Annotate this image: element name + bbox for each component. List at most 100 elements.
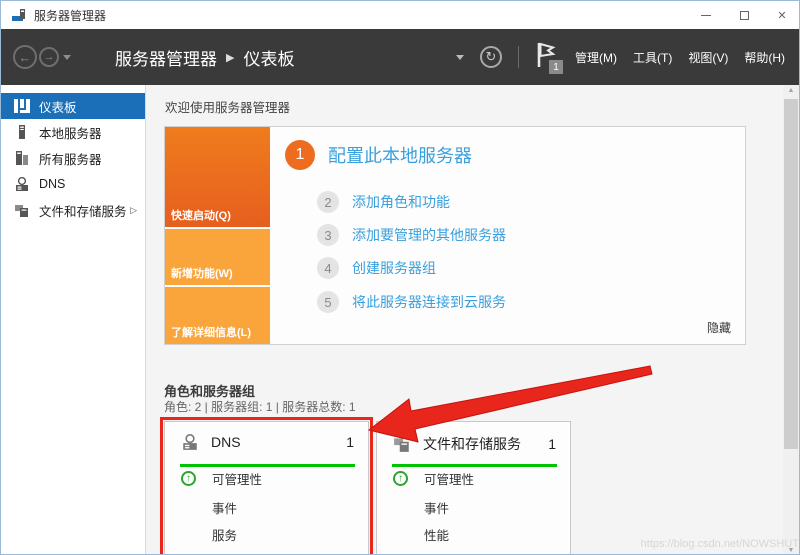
navbar: ← → 服务器管理器 ▶ 仪表板 ↻ 1 管理(M) 工具(T) 视图(V) 帮… <box>1 29 799 85</box>
sidebar-item-dashboard[interactable]: 仪表板 <box>1 93 145 119</box>
tile-row-manageability[interactable]: ↑ 可管理性 <box>393 469 474 488</box>
refresh-button[interactable]: ↻ <box>480 46 502 68</box>
breadcrumb: 服务器管理器 ▶ 仪表板 <box>115 45 294 70</box>
breadcrumb-root[interactable]: 服务器管理器 <box>115 45 217 70</box>
tab-quick-start[interactable]: 快速启动(Q) <box>165 127 270 227</box>
step-number-badge: 1 <box>285 140 315 170</box>
tile-file-storage-services: 文件和存储服务 1 ↑ 可管理性 事件 性能 BPA 结果 <box>376 421 571 554</box>
welcome-tile: 快速启动(Q) 新增功能(W) 了解详细信息(L) 1 配置此本地服务器 2 添… <box>164 126 746 345</box>
sidebar-item-label: 本地服务器 <box>39 126 102 141</box>
tile-server-count: 1 <box>548 436 556 452</box>
sidebar-item-label: 所有服务器 <box>39 152 102 167</box>
roles-section-summary: 角色: 2 | 服务器组: 1 | 服务器总数: 1 <box>164 400 356 414</box>
back-icon: ← <box>18 49 32 65</box>
step-connect-cloud-services[interactable]: 5 将此服务器连接到云服务 <box>317 291 506 313</box>
sidebar-item-file-storage[interactable]: 文件和存储服务 ▷ <box>1 197 145 223</box>
tile-row-performance[interactable]: 性能 <box>424 525 449 544</box>
step-number-badge: 5 <box>317 291 339 313</box>
tab-whats-new[interactable]: 新增功能(W) <box>165 229 270 285</box>
sidebar-item-dns[interactable]: DNS <box>1 171 145 197</box>
tab-label: 快速启动(Q) <box>171 210 231 222</box>
submenu-arrow-icon[interactable]: ▷ <box>130 205 137 216</box>
scrollbar-thumb[interactable] <box>784 99 798 449</box>
tile-title[interactable]: DNS <box>211 434 241 450</box>
tile-server-count: 1 <box>346 434 354 450</box>
all-servers-icon <box>16 151 28 165</box>
menu-manage[interactable]: 管理(M) <box>575 49 617 66</box>
step-label: 添加要管理的其他服务器 <box>352 227 506 243</box>
breadcrumb-separator-icon: ▶ <box>226 51 235 64</box>
refresh-icon: ↻ <box>485 49 497 64</box>
watermark-text: https://blog.csdn.net/NOWSHUT <box>640 538 799 550</box>
dns-tile-icon <box>183 434 197 450</box>
maximize-button[interactable] <box>725 1 763 29</box>
breadcrumb-current[interactable]: 仪表板 <box>243 45 294 70</box>
tab-label: 新增功能(W) <box>171 268 233 280</box>
maximize-icon <box>739 10 749 20</box>
titlebar: 服务器管理器 ✕ <box>1 1 799 29</box>
tile-row-performance[interactable]: 性能 <box>212 550 237 554</box>
notifications-count-badge: 1 <box>549 60 563 74</box>
sidebar-item-local-server[interactable]: 本地服务器 <box>1 119 145 145</box>
forward-button[interactable]: → <box>39 47 59 67</box>
minimize-button[interactable] <box>687 1 725 29</box>
forward-icon: → <box>43 51 55 63</box>
step-label: 配置此本地服务器 <box>328 146 472 166</box>
window-title: 服务器管理器 <box>34 8 107 23</box>
close-button[interactable]: ✕ <box>763 1 799 29</box>
sidebar-item-label: DNS <box>39 177 66 191</box>
hide-welcome-link[interactable]: 隐藏 <box>707 319 731 336</box>
file-storage-tile-icon <box>394 438 409 452</box>
scroll-up-icon[interactable]: ▲ <box>783 87 799 94</box>
tile-row-label: 可管理性 <box>212 473 263 487</box>
quickstart-strip: 快速启动(Q) 新增功能(W) 了解详细信息(L) <box>165 127 270 344</box>
file-storage-icon <box>15 205 28 217</box>
dns-icon <box>16 177 28 191</box>
menu-tools[interactable]: 工具(T) <box>633 49 672 66</box>
tile-row-label: 服务 <box>212 529 238 543</box>
tile-row-label: 可管理性 <box>424 473 475 487</box>
page-dropdown-icon[interactable] <box>456 54 464 60</box>
minimize-icon <box>701 14 711 16</box>
tile-row-events[interactable]: 事件 <box>424 498 449 517</box>
history-dropdown-icon[interactable] <box>63 54 71 60</box>
step-add-roles-features[interactable]: 2 添加角色和功能 <box>317 191 450 213</box>
menu-help[interactable]: 帮助(H) <box>744 49 785 66</box>
tile-row-events[interactable]: 事件 <box>212 498 237 517</box>
notifications-flag-button[interactable]: 1 <box>535 42 563 74</box>
dashboard-main: 欢迎使用服务器管理器 快速启动(Q) 新增功能(W) 了解详细信息(L) 1 配… <box>146 85 799 554</box>
dashboard-icon <box>14 99 30 113</box>
tile-row-services[interactable]: 服务 <box>212 525 237 544</box>
step-label: 将此服务器连接到云服务 <box>352 294 506 310</box>
sidebar-item-label: 文件和存储服务 <box>39 204 127 219</box>
close-icon: ✕ <box>777 9 787 22</box>
sidebar-item-all-servers[interactable]: 所有服务器 <box>1 145 145 171</box>
tile-title[interactable]: 文件和存储服务 <box>423 434 521 454</box>
manageability-up-icon: ↑ <box>393 471 408 486</box>
tile-row-label: BPA 结果 <box>424 550 476 554</box>
server-manager-window: 服务器管理器 ✕ ← → 服务器管理器 ▶ 仪表板 ↻ 1 管理(M) 工具(T… <box>0 0 800 555</box>
local-server-icon <box>19 125 25 139</box>
step-configure-local-server[interactable]: 1 配置此本地服务器 <box>285 140 472 170</box>
step-add-other-servers[interactable]: 3 添加要管理的其他服务器 <box>317 224 506 246</box>
tile-row-manageability[interactable]: ↑ 可管理性 <box>181 469 262 488</box>
sidebar: 仪表板 本地服务器 所有服务器 DNS 文件和存储服务 ▷ <box>1 85 146 554</box>
welcome-heading: 欢迎使用服务器管理器 <box>165 101 291 115</box>
tile-row-label: 事件 <box>424 502 450 516</box>
step-label: 添加角色和功能 <box>352 194 450 210</box>
tile-row-bpa-results[interactable]: BPA 结果 <box>424 550 476 554</box>
step-number-badge: 3 <box>317 224 339 246</box>
tile-row-label: 事件 <box>212 502 238 516</box>
tab-learn-more[interactable]: 了解详细信息(L) <box>165 287 270 344</box>
menu-view[interactable]: 视图(V) <box>688 49 728 66</box>
status-ok-line <box>180 464 355 467</box>
tile-row-label: 性能 <box>424 529 450 543</box>
vertical-scrollbar[interactable]: ▲ ▼ <box>783 85 799 554</box>
navbar-divider <box>518 46 519 68</box>
server-manager-app-icon <box>12 9 25 21</box>
back-button[interactable]: ← <box>13 45 37 69</box>
sidebar-item-label: 仪表板 <box>39 100 77 115</box>
step-create-server-group[interactable]: 4 创建服务器组 <box>317 257 436 279</box>
step-number-badge: 2 <box>317 191 339 213</box>
step-label: 创建服务器组 <box>352 260 436 276</box>
